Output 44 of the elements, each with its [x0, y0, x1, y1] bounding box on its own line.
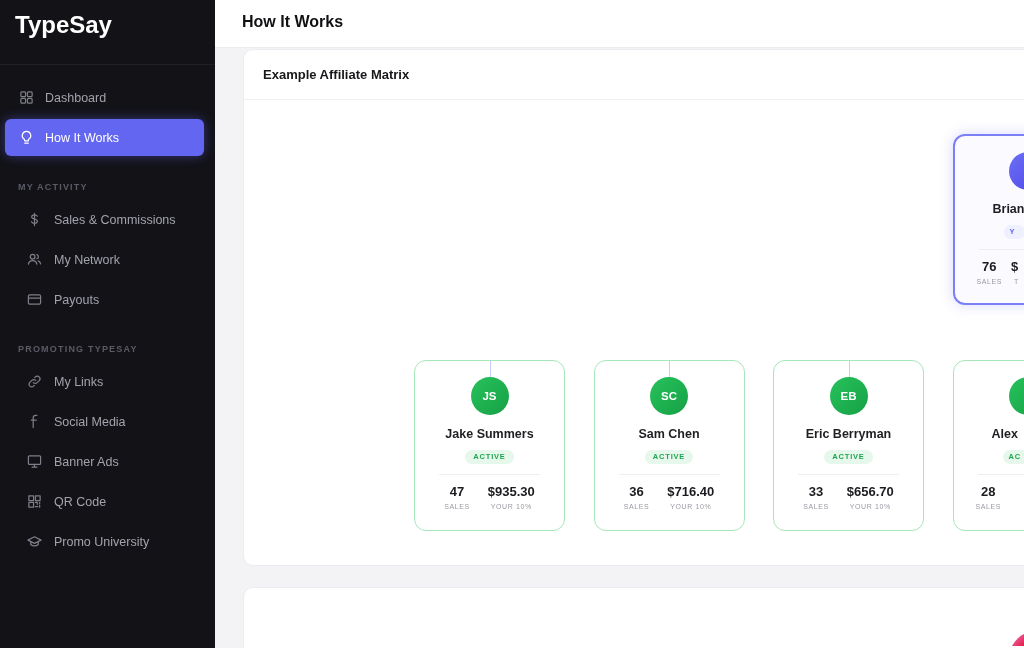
stat-value: 47: [449, 484, 465, 500]
nav-item[interactable]: Social Media: [5, 403, 204, 440]
graduation-cap-icon: [27, 534, 42, 549]
nav-item[interactable]: My Network: [5, 241, 204, 278]
connector-line: [848, 361, 850, 378]
nav-item[interactable]: Payouts: [5, 281, 204, 318]
stat-value: $656.70: [846, 484, 894, 500]
card-title: Example Affiliate Matrix: [263, 67, 410, 82]
page-title: How It Works: [242, 12, 344, 31]
section-label: MY ACTIVITY: [18, 181, 88, 194]
stat-value: $: [1011, 259, 1019, 275]
nav-item[interactable]: My Links: [5, 363, 204, 400]
grid-icon: [19, 90, 34, 105]
avatar: EB: [829, 377, 868, 415]
connector-line: [489, 361, 491, 378]
monitor-icon: [27, 454, 42, 469]
stat-value: $716.40: [667, 484, 715, 500]
nav-item[interactable]: How It Works: [5, 119, 204, 156]
logo: TypeSay: [15, 11, 112, 39]
stat-value: 28: [981, 484, 996, 500]
member-name: Brian: [992, 201, 1024, 217]
illustration-drawing: [1012, 633, 1024, 646]
nav-item[interactable]: Sales & Commissions: [5, 201, 204, 238]
credit-card-icon: [27, 292, 42, 307]
people-icon: [27, 252, 42, 267]
nav-item[interactable]: Promo University: [5, 523, 204, 560]
member-name: Eric Berryman: [805, 426, 892, 442]
member-name: Sam Chen: [638, 426, 700, 442]
stat-value: 33: [808, 484, 824, 500]
nav-item[interactable]: QR Code: [5, 483, 204, 520]
stat-value: $935.30: [487, 484, 535, 500]
connector-line: [669, 361, 670, 378]
member-name: Alex: [991, 426, 1018, 442]
avatar: JS: [470, 377, 509, 415]
lightbulb-icon: [19, 130, 34, 145]
member-name: Jake Summers: [445, 426, 534, 442]
section-label: PROMOTING TYPESAY: [18, 343, 138, 356]
stat-value: 76: [982, 259, 997, 275]
nav-item[interactable]: Banner Ads: [5, 443, 204, 480]
nav-item[interactable]: Dashboard: [5, 79, 204, 116]
qr-code-icon: [27, 494, 42, 509]
stat-value: 36: [629, 484, 644, 500]
avatar: SC: [650, 377, 688, 415]
link-icon: [27, 374, 42, 389]
